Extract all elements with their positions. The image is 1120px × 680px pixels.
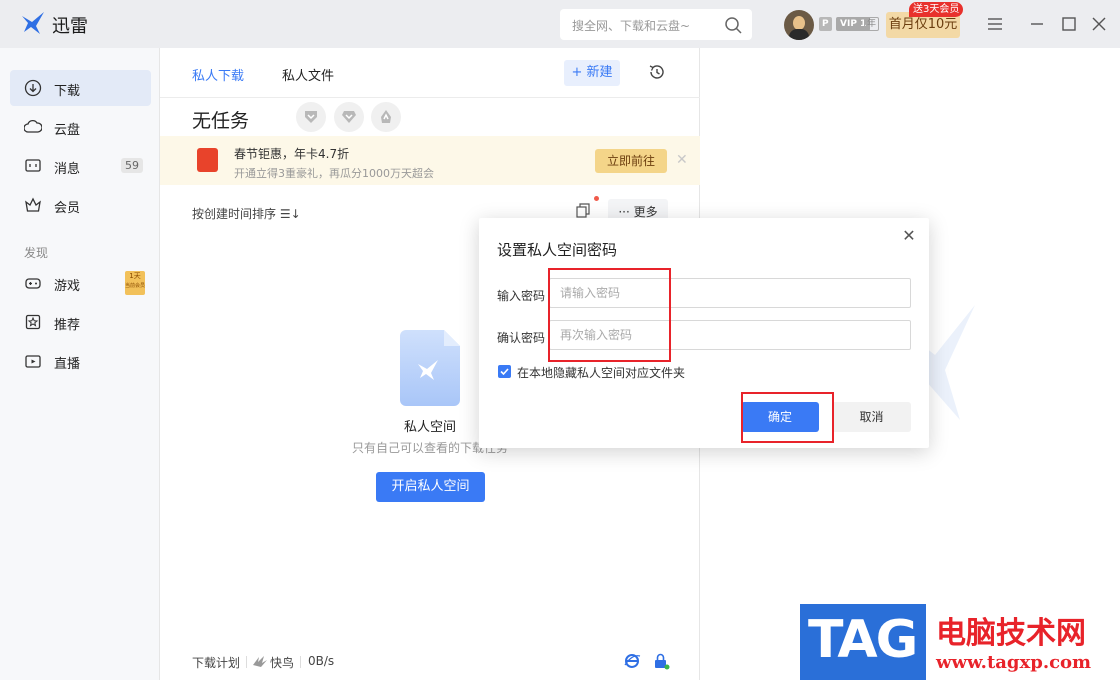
message-icon bbox=[25, 159, 41, 172]
hide-folder-label[interactable]: 在本地隐藏私人空间对应文件夹 bbox=[517, 364, 685, 381]
sidebar-item-label: 消息 bbox=[54, 162, 81, 177]
watermark-url: www.tagxp.com bbox=[936, 652, 1092, 673]
banner-close-icon[interactable]: ✕ bbox=[676, 152, 688, 168]
download-plan-link[interactable]: 下载计划 bbox=[192, 654, 240, 671]
header-divider bbox=[160, 97, 700, 98]
xunlei-logo-icon bbox=[22, 12, 44, 34]
minimize-icon[interactable] bbox=[1027, 14, 1047, 34]
banner-subtitle: 开通立得3重豪礼，再瓜分1000万天超会 bbox=[234, 167, 434, 180]
sidebar-section-discover: 发现 bbox=[24, 246, 49, 260]
sidebar-item-cloud[interactable]: 云盘 bbox=[10, 109, 151, 145]
highlight-box-confirm bbox=[741, 392, 834, 443]
close-window-icon[interactable] bbox=[1089, 14, 1109, 34]
sidebar-item-label: 会员 bbox=[54, 201, 81, 216]
sort-toggle[interactable]: 按创建时间排序 ☰↓ bbox=[192, 205, 301, 222]
speedup-shield-icon[interactable] bbox=[296, 102, 326, 132]
banner-title: 春节钜惠，年卡4.7折 bbox=[234, 147, 350, 161]
star-icon bbox=[25, 314, 41, 330]
message-count-badge: 59 bbox=[121, 158, 143, 173]
sidebar-item-label: 下载 bbox=[54, 84, 81, 99]
sidebar: 下载 云盘 消息 59 会员 发现 游戏 1天 当前会员 推荐 直播 bbox=[0, 48, 160, 680]
sidebar-item-download[interactable]: 下载 bbox=[10, 70, 151, 106]
browser-icon[interactable] bbox=[623, 652, 641, 670]
download-icon bbox=[24, 79, 42, 97]
lock-icon[interactable] bbox=[652, 652, 670, 670]
vip-p-badge: P bbox=[819, 17, 832, 31]
speedup-diamond-icon[interactable] bbox=[334, 102, 364, 132]
sidebar-item-games[interactable]: 游戏 1天 当前会员 bbox=[10, 265, 151, 301]
tab-private-files[interactable]: 私人文件 bbox=[282, 65, 334, 84]
status-footer: 下载计划 快鸟 0B/s bbox=[160, 644, 700, 680]
history-icon[interactable] bbox=[647, 62, 667, 82]
speedup-rocket-icon[interactable] bbox=[371, 102, 401, 132]
set-password-dialog: 设置私人空间密码 ✕ 输入密码 确认密码 在本地隐藏私人空间对应文件夹 确定 取… bbox=[479, 218, 929, 448]
private-space-icon bbox=[400, 330, 460, 406]
sidebar-item-live[interactable]: 直播 bbox=[10, 343, 151, 379]
new-task-button[interactable]: + 新建 bbox=[564, 60, 620, 86]
speed-readout: 0B/s bbox=[308, 654, 335, 668]
banner-go-button[interactable]: 立即前往 bbox=[595, 149, 667, 173]
dialog-title: 设置私人空间密码 bbox=[497, 241, 618, 259]
sidebar-item-label: 游戏 bbox=[54, 279, 81, 294]
sidebar-item-label: 云盘 bbox=[54, 123, 81, 138]
notification-dot bbox=[594, 196, 599, 201]
red-envelope-icon bbox=[197, 148, 218, 172]
crown-icon bbox=[25, 197, 41, 212]
kuainiao-link[interactable]: 快鸟 bbox=[270, 654, 294, 671]
tab-private-download[interactable]: 私人下载 bbox=[192, 65, 244, 84]
kuainiao-icon bbox=[253, 656, 267, 667]
game-badge: 1天 当前会员 bbox=[125, 271, 145, 295]
tag-watermark-logo: TAG bbox=[800, 604, 926, 680]
live-icon bbox=[25, 355, 41, 368]
app-name: 迅雷 bbox=[52, 16, 88, 37]
dialog-close-icon[interactable]: ✕ bbox=[899, 226, 919, 246]
footer-separator bbox=[246, 656, 247, 668]
search-icon[interactable] bbox=[724, 16, 742, 34]
hide-folder-checkbox[interactable] bbox=[498, 365, 511, 378]
title-bar: 迅雷 搜全网、下载和云盘~ P VIP 1 年 首月仅10元 送3天会员 bbox=[0, 0, 1120, 48]
maximize-icon[interactable] bbox=[1059, 14, 1079, 34]
search-placeholder: 搜全网、下载和云盘~ bbox=[572, 19, 691, 33]
tag-logo-text: TAG bbox=[808, 610, 918, 670]
sidebar-item-label: 直播 bbox=[54, 357, 81, 372]
sidebar-item-recommend[interactable]: 推荐 bbox=[10, 304, 151, 340]
highlight-box-inputs bbox=[548, 268, 671, 362]
cloud-icon bbox=[24, 119, 42, 133]
game-badge-bottom: 当前会员 bbox=[125, 283, 146, 289]
sidebar-item-message[interactable]: 消息 59 bbox=[10, 148, 151, 184]
confirm-password-label: 确认密码 bbox=[497, 331, 546, 345]
sidebar-item-label: 推荐 bbox=[54, 318, 81, 333]
cancel-button[interactable]: 取消 bbox=[832, 402, 911, 432]
sidebar-item-member[interactable]: 会员 bbox=[10, 187, 151, 223]
footer-separator bbox=[300, 656, 301, 668]
menu-icon[interactable] bbox=[985, 14, 1005, 34]
user-avatar[interactable] bbox=[784, 10, 814, 40]
open-private-space-button[interactable]: 开启私人空间 bbox=[376, 472, 485, 502]
vip-year-badge: 年 bbox=[864, 17, 880, 31]
promo-tag: 送3天会员 bbox=[909, 2, 964, 17]
watermark-title: 电脑技术网 bbox=[936, 616, 1086, 651]
password-label: 输入密码 bbox=[497, 289, 546, 303]
task-status-title: 无任务 bbox=[192, 110, 250, 132]
game-badge-top: 1天 bbox=[129, 272, 141, 280]
search-box[interactable]: 搜全网、下载和云盘~ bbox=[560, 9, 752, 40]
gamepad-icon bbox=[25, 278, 41, 289]
